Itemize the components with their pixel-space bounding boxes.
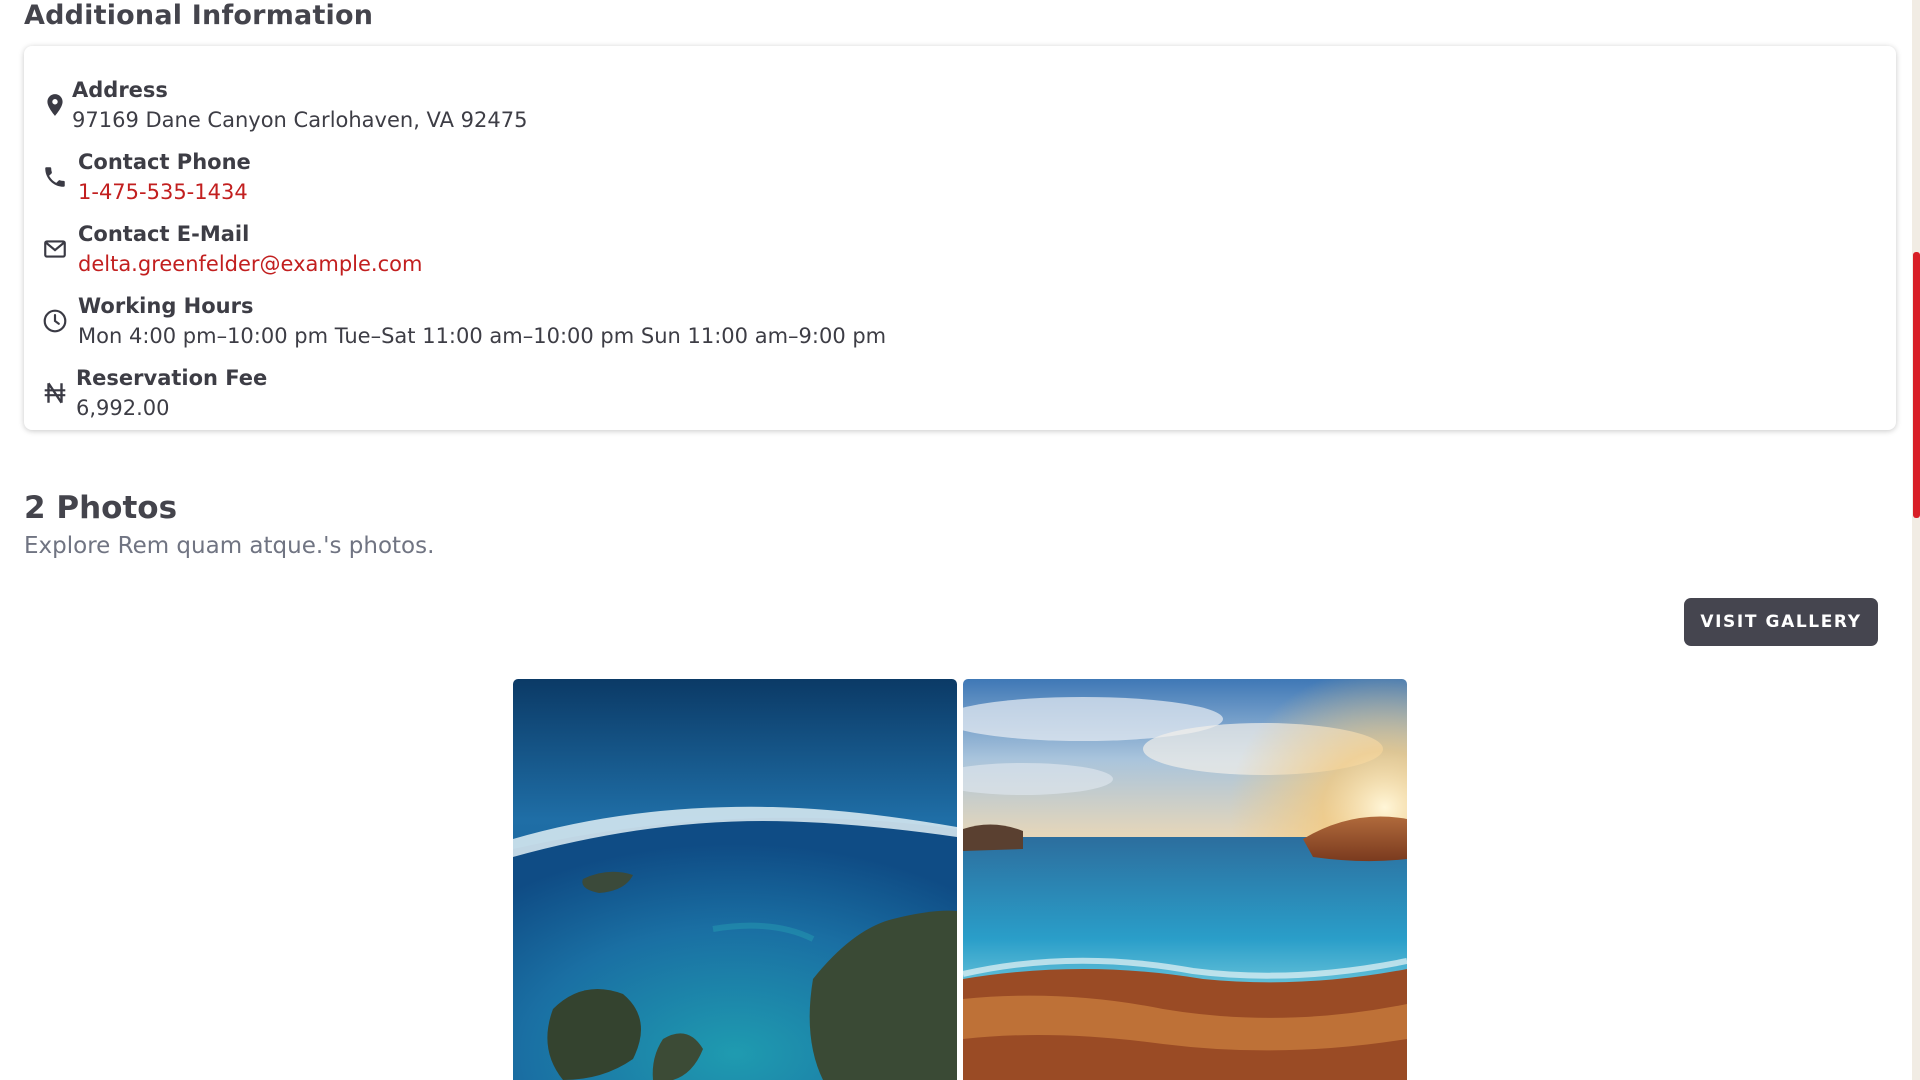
additional-info-card: Address 97169 Dane Canyon Carlohaven, VA… bbox=[24, 46, 1896, 430]
working-hours-value: Mon 4:00 pm–10:00 pm Tue–Sat 11:00 am–10… bbox=[78, 324, 887, 348]
page: Additional Information Address 97169 Dan… bbox=[0, 0, 1920, 1080]
additional-info-title: Additional Information bbox=[24, 0, 374, 31]
envelope-icon bbox=[42, 236, 68, 262]
reservation-fee-value: 6,992.00 bbox=[76, 396, 170, 420]
scrollbar-thumb[interactable] bbox=[1913, 252, 1920, 518]
working-hours-label: Working Hours bbox=[78, 294, 254, 318]
photo-seascape-thumbnail[interactable] bbox=[963, 679, 1407, 1080]
reservation-fee-label: Reservation Fee bbox=[76, 366, 268, 390]
naira-icon bbox=[42, 380, 68, 406]
phone-icon bbox=[42, 164, 68, 190]
phone-label: Contact Phone bbox=[78, 150, 251, 174]
location-pin-icon bbox=[42, 92, 68, 118]
address-label: Address bbox=[72, 78, 168, 102]
visit-gallery-button[interactable]: VISIT GALLERY bbox=[1684, 598, 1878, 646]
phone-link[interactable]: 1-475-535-1434 bbox=[78, 176, 251, 208]
scrollbar-track[interactable] bbox=[1912, 0, 1920, 1080]
photos-subtitle: Explore Rem quam atque.'s photos. bbox=[24, 533, 435, 559]
photos-title: 2 Photos bbox=[24, 490, 178, 526]
photo-earth-thumbnail[interactable] bbox=[513, 679, 957, 1080]
clock-icon bbox=[42, 308, 68, 334]
email-link[interactable]: delta.greenfelder@example.com bbox=[78, 248, 422, 280]
email-label: Contact E-Mail bbox=[78, 222, 250, 246]
address-value: 97169 Dane Canyon Carlohaven, VA 92475 bbox=[72, 108, 528, 132]
